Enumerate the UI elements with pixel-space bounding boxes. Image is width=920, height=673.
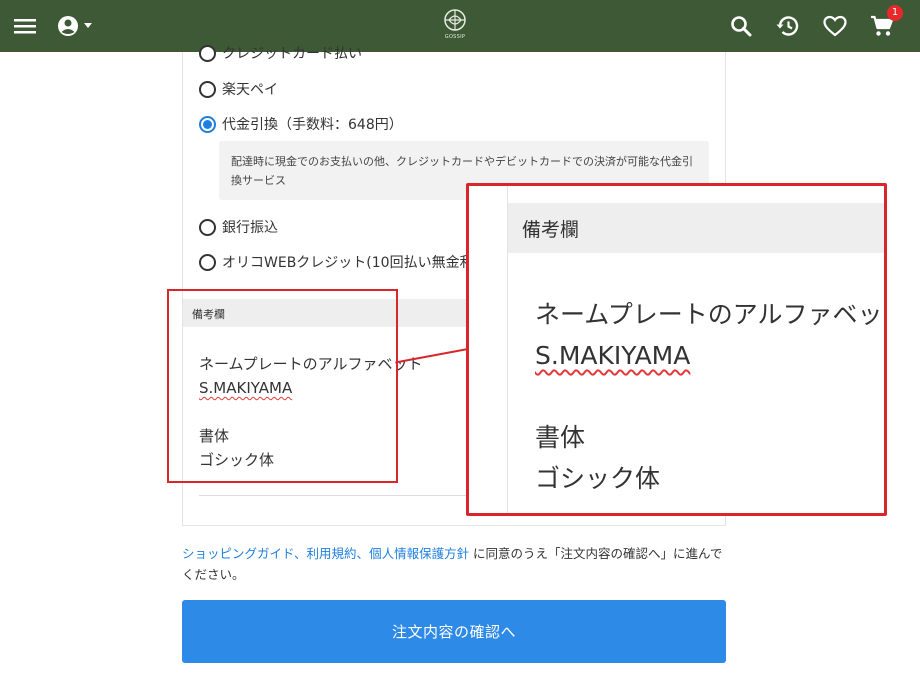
- history-icon[interactable]: [773, 11, 803, 41]
- zoom-remarks-line: ゴシック体: [535, 464, 661, 493]
- payment-option-label: クレジットカード払い: [222, 46, 362, 62]
- zoom-remarks-text: ネームプレートのアルファベット S.MAKIYAMA 書体 ゴシック体: [535, 294, 887, 499]
- payment-option-label: 代金引換（手数料：648円）: [222, 117, 403, 133]
- cart-count-badge: 1: [887, 5, 903, 21]
- payment-option-bank-transfer[interactable]: 銀行振込: [199, 217, 278, 237]
- shopping-guide-link[interactable]: ショッピングガイド: [182, 546, 294, 561]
- remarks-divider: [199, 495, 467, 496]
- payment-option-cod[interactable]: 代金引換（手数料：648円）: [199, 114, 403, 134]
- radio-button[interactable]: [199, 253, 216, 271]
- payment-option-orico[interactable]: オリコWEBクレジット(10回払い無金利): [199, 252, 479, 272]
- payment-option-credit[interactable]: クレジットカード払い: [199, 43, 362, 63]
- zoom-remarks-line: 書体: [535, 423, 586, 452]
- radio-button[interactable]: [199, 218, 216, 236]
- separator: 、: [294, 546, 307, 561]
- separator: 、: [356, 546, 370, 561]
- zoom-remarks-line: ネームプレートのアルファベット: [535, 300, 887, 329]
- radio-button-selected[interactable]: [199, 115, 216, 133]
- agreement-text: ショッピングガイド、利用規約、個人情報保護方針 に同意のうえ「注文内容の確認へ」…: [182, 543, 727, 585]
- radio-button[interactable]: [199, 44, 216, 62]
- payment-option-label: 銀行振込: [222, 220, 278, 236]
- top-header: GOSSIP 1: [0, 0, 920, 52]
- zoom-remarks-label: 備考欄: [508, 203, 884, 253]
- user-account-icon[interactable]: [55, 11, 95, 41]
- confirm-order-button[interactable]: 注文内容の確認へ: [182, 600, 726, 663]
- remarks-zoom-callout: 備考欄 ネームプレートのアルファベット S.MAKIYAMA 書体 ゴシック体: [466, 183, 887, 516]
- menu-icon[interactable]: [10, 11, 40, 41]
- search-icon[interactable]: [726, 11, 756, 41]
- radio-button[interactable]: [199, 80, 216, 98]
- payment-option-label: オリコWEBクレジット(10回払い無金利): [222, 255, 480, 271]
- privacy-policy-link[interactable]: 個人情報保護方針: [369, 546, 469, 561]
- terms-link[interactable]: 利用規約: [307, 546, 357, 561]
- heart-icon[interactable]: [820, 11, 850, 41]
- zoom-remarks-line: [535, 376, 875, 417]
- logo-text: GOSSIP: [444, 34, 466, 40]
- site-logo[interactable]: GOSSIP: [440, 8, 470, 42]
- payment-option-label: 楽天ペイ: [222, 82, 278, 98]
- zoom-remarks-line: S.MAKIYAMA: [535, 341, 691, 370]
- remarks-highlight-box: [167, 289, 398, 483]
- payment-option-rakuten-pay[interactable]: 楽天ペイ: [199, 79, 278, 99]
